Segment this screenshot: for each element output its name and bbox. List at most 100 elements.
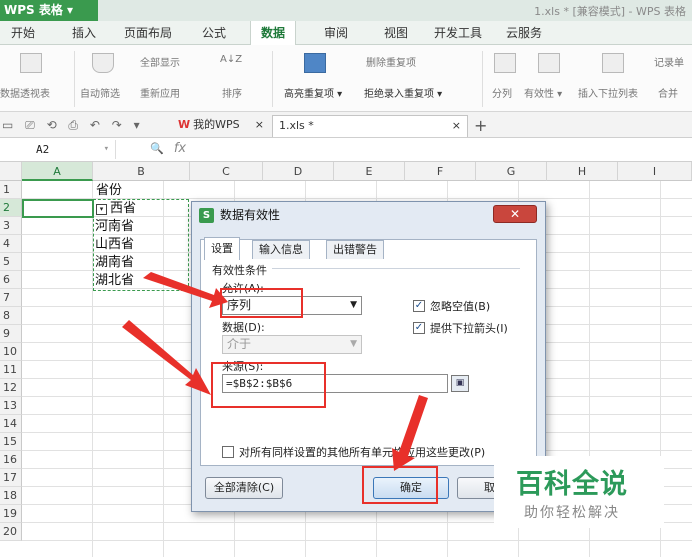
column-header[interactable]: F: [405, 162, 476, 181]
tab-error-alert[interactable]: 出错警告: [326, 240, 384, 259]
chevron-down-icon[interactable]: ▾: [104, 140, 109, 159]
insert-dropdown-icon: [602, 53, 624, 73]
name-box[interactable]: A2 ▾: [0, 140, 116, 159]
data-label: 数据(D):: [222, 321, 265, 334]
fx-icon[interactable]: fx: [174, 141, 186, 156]
app-menu-button[interactable]: WPS 表格 ▾: [0, 0, 98, 21]
chevron-down-icon: ▼: [350, 300, 357, 310]
row-header[interactable]: 7: [0, 289, 22, 307]
reapply-button[interactable]: 重新应用: [140, 85, 180, 100]
tab-cloud[interactable]: 云服务: [502, 21, 546, 45]
ignore-blank-checkbox[interactable]: ✓: [413, 300, 425, 312]
row-header[interactable]: 2: [0, 199, 22, 217]
apply-all-checkbox[interactable]: [222, 446, 234, 458]
column-header[interactable]: C: [190, 162, 263, 181]
sort-asc-button[interactable]: A↓Z: [220, 54, 242, 65]
formula-bar: A2 ▾ 🔍 fx: [0, 138, 692, 162]
tab-my-wps-label: 我的WPS: [193, 118, 240, 131]
row-header[interactable]: 11: [0, 361, 22, 379]
ribbon-separator: [482, 51, 483, 107]
split-column-icon: [494, 53, 516, 73]
reject-duplicates-button[interactable]: 拒绝录入重复项 ▾: [364, 85, 442, 100]
record-list-button[interactable]: 记录单: [654, 54, 684, 69]
split-column-button[interactable]: 分列: [492, 85, 512, 100]
insert-dropdown-list-button[interactable]: 插入下拉列表: [578, 85, 638, 100]
chevron-down-icon: ▼: [350, 339, 357, 349]
highlight-duplicates-button[interactable]: 高亮重复项 ▾: [284, 85, 342, 100]
file-tab-label: 1.xls *: [279, 119, 314, 132]
active-cell-a2[interactable]: [22, 199, 94, 218]
ribbon-separator: [272, 51, 273, 107]
watermark-logo: 百科全说 助你轻松解决: [494, 456, 664, 528]
column-header[interactable]: I: [618, 162, 692, 181]
tab-review[interactable]: 审阅: [318, 21, 354, 45]
in-cell-dropdown-label: 提供下拉箭头(I): [430, 322, 508, 335]
watermark-subtitle: 助你轻松解决: [524, 505, 620, 521]
tab-page-layout[interactable]: 页面布局: [120, 21, 176, 45]
tab-insert[interactable]: 插入: [66, 21, 102, 45]
column-header[interactable]: G: [476, 162, 547, 181]
validity-button[interactable]: 有效性 ▾: [524, 85, 562, 100]
row-header[interactable]: 18: [0, 487, 22, 505]
annotation-box-ok: [362, 466, 438, 504]
quick-access-bar: ▭ ⎚ ⟲ ⎙ ↶ ↷ ▾ W 我的WPS × 1.xls * × +: [0, 112, 692, 138]
zoom-icon[interactable]: 🔍: [150, 142, 164, 155]
tab-file[interactable]: 1.xls * ×: [272, 115, 468, 137]
in-cell-dropdown-checkbox[interactable]: ✓: [413, 322, 425, 334]
close-tab-icon[interactable]: ×: [255, 115, 264, 135]
column-header[interactable]: H: [547, 162, 618, 181]
close-tab-icon[interactable]: ×: [452, 116, 461, 136]
formula-icons: 🔍 fx: [150, 141, 186, 156]
row-header[interactable]: 6: [0, 271, 22, 289]
row-header[interactable]: 17: [0, 469, 22, 487]
quick-access-icons[interactable]: ▭ ⎚ ⟲ ⎙ ↶ ↷ ▾: [2, 118, 144, 133]
column-header[interactable]: A: [22, 162, 93, 181]
row-header[interactable]: 4: [0, 235, 22, 253]
title-bar: WPS 表格 ▾ 1.xls * [兼容模式] - WPS 表格: [0, 0, 692, 21]
row-header[interactable]: 8: [0, 307, 22, 325]
tab-home[interactable]: 开始: [4, 21, 42, 45]
tab-developer[interactable]: 开发工具: [430, 21, 486, 45]
show-all-button[interactable]: 全部显示: [140, 54, 180, 69]
tab-my-wps[interactable]: W 我的WPS ×: [172, 115, 268, 137]
row-header[interactable]: 19: [0, 505, 22, 523]
row-header[interactable]: 15: [0, 433, 22, 451]
range-picker-icon[interactable]: ▣: [451, 375, 469, 392]
column-header[interactable]: E: [334, 162, 405, 181]
new-tab-button[interactable]: +: [474, 116, 487, 135]
delete-duplicates-button[interactable]: 删除重复项: [366, 54, 416, 69]
row-header[interactable]: 16: [0, 451, 22, 469]
apply-all-label: 对所有同样设置的其他所有单元格应用这些更改(P): [239, 446, 486, 459]
clear-all-button[interactable]: 全部清除(C): [205, 477, 283, 499]
pivot-table-button[interactable]: 数据透视表: [0, 85, 50, 100]
cell-b1[interactable]: 省份: [96, 182, 122, 200]
row-header[interactable]: 1: [0, 181, 22, 199]
consolidate-button[interactable]: 合并: [658, 85, 678, 100]
sort-button[interactable]: 排序: [222, 85, 242, 100]
ribbon-tabs: 开始 插入 页面布局 公式 数据 审阅 视图 开发工具 云服务: [0, 21, 692, 45]
tab-formulas[interactable]: 公式: [196, 21, 232, 45]
select-all-corner[interactable]: [0, 162, 22, 181]
data-select[interactable]: 介于 ▼: [222, 335, 362, 354]
row-header[interactable]: 20: [0, 523, 22, 541]
row-header[interactable]: 14: [0, 415, 22, 433]
annotation-box-source: [211, 362, 326, 408]
row-header[interactable]: 3: [0, 217, 22, 235]
column-header[interactable]: B: [93, 162, 190, 181]
row-header[interactable]: 5: [0, 253, 22, 271]
row-header[interactable]: 13: [0, 397, 22, 415]
tab-settings[interactable]: 设置: [204, 237, 240, 260]
data-select-value: 介于: [227, 337, 252, 351]
row-header[interactable]: 9: [0, 325, 22, 343]
filter-icon: [92, 53, 114, 73]
row-header[interactable]: 10: [0, 343, 22, 361]
tab-data[interactable]: 数据: [250, 21, 296, 45]
tab-view[interactable]: 视图: [378, 21, 414, 45]
close-button[interactable]: ✕: [493, 205, 537, 223]
spreadsheet-window: WPS 表格 ▾ 1.xls * [兼容模式] - WPS 表格 开始 插入 页…: [0, 0, 692, 557]
validity-icon: [538, 53, 560, 73]
column-header[interactable]: D: [263, 162, 334, 181]
tab-input-message[interactable]: 输入信息: [252, 240, 310, 259]
auto-filter-button[interactable]: 自动筛选: [80, 85, 120, 100]
row-header[interactable]: 12: [0, 379, 22, 397]
